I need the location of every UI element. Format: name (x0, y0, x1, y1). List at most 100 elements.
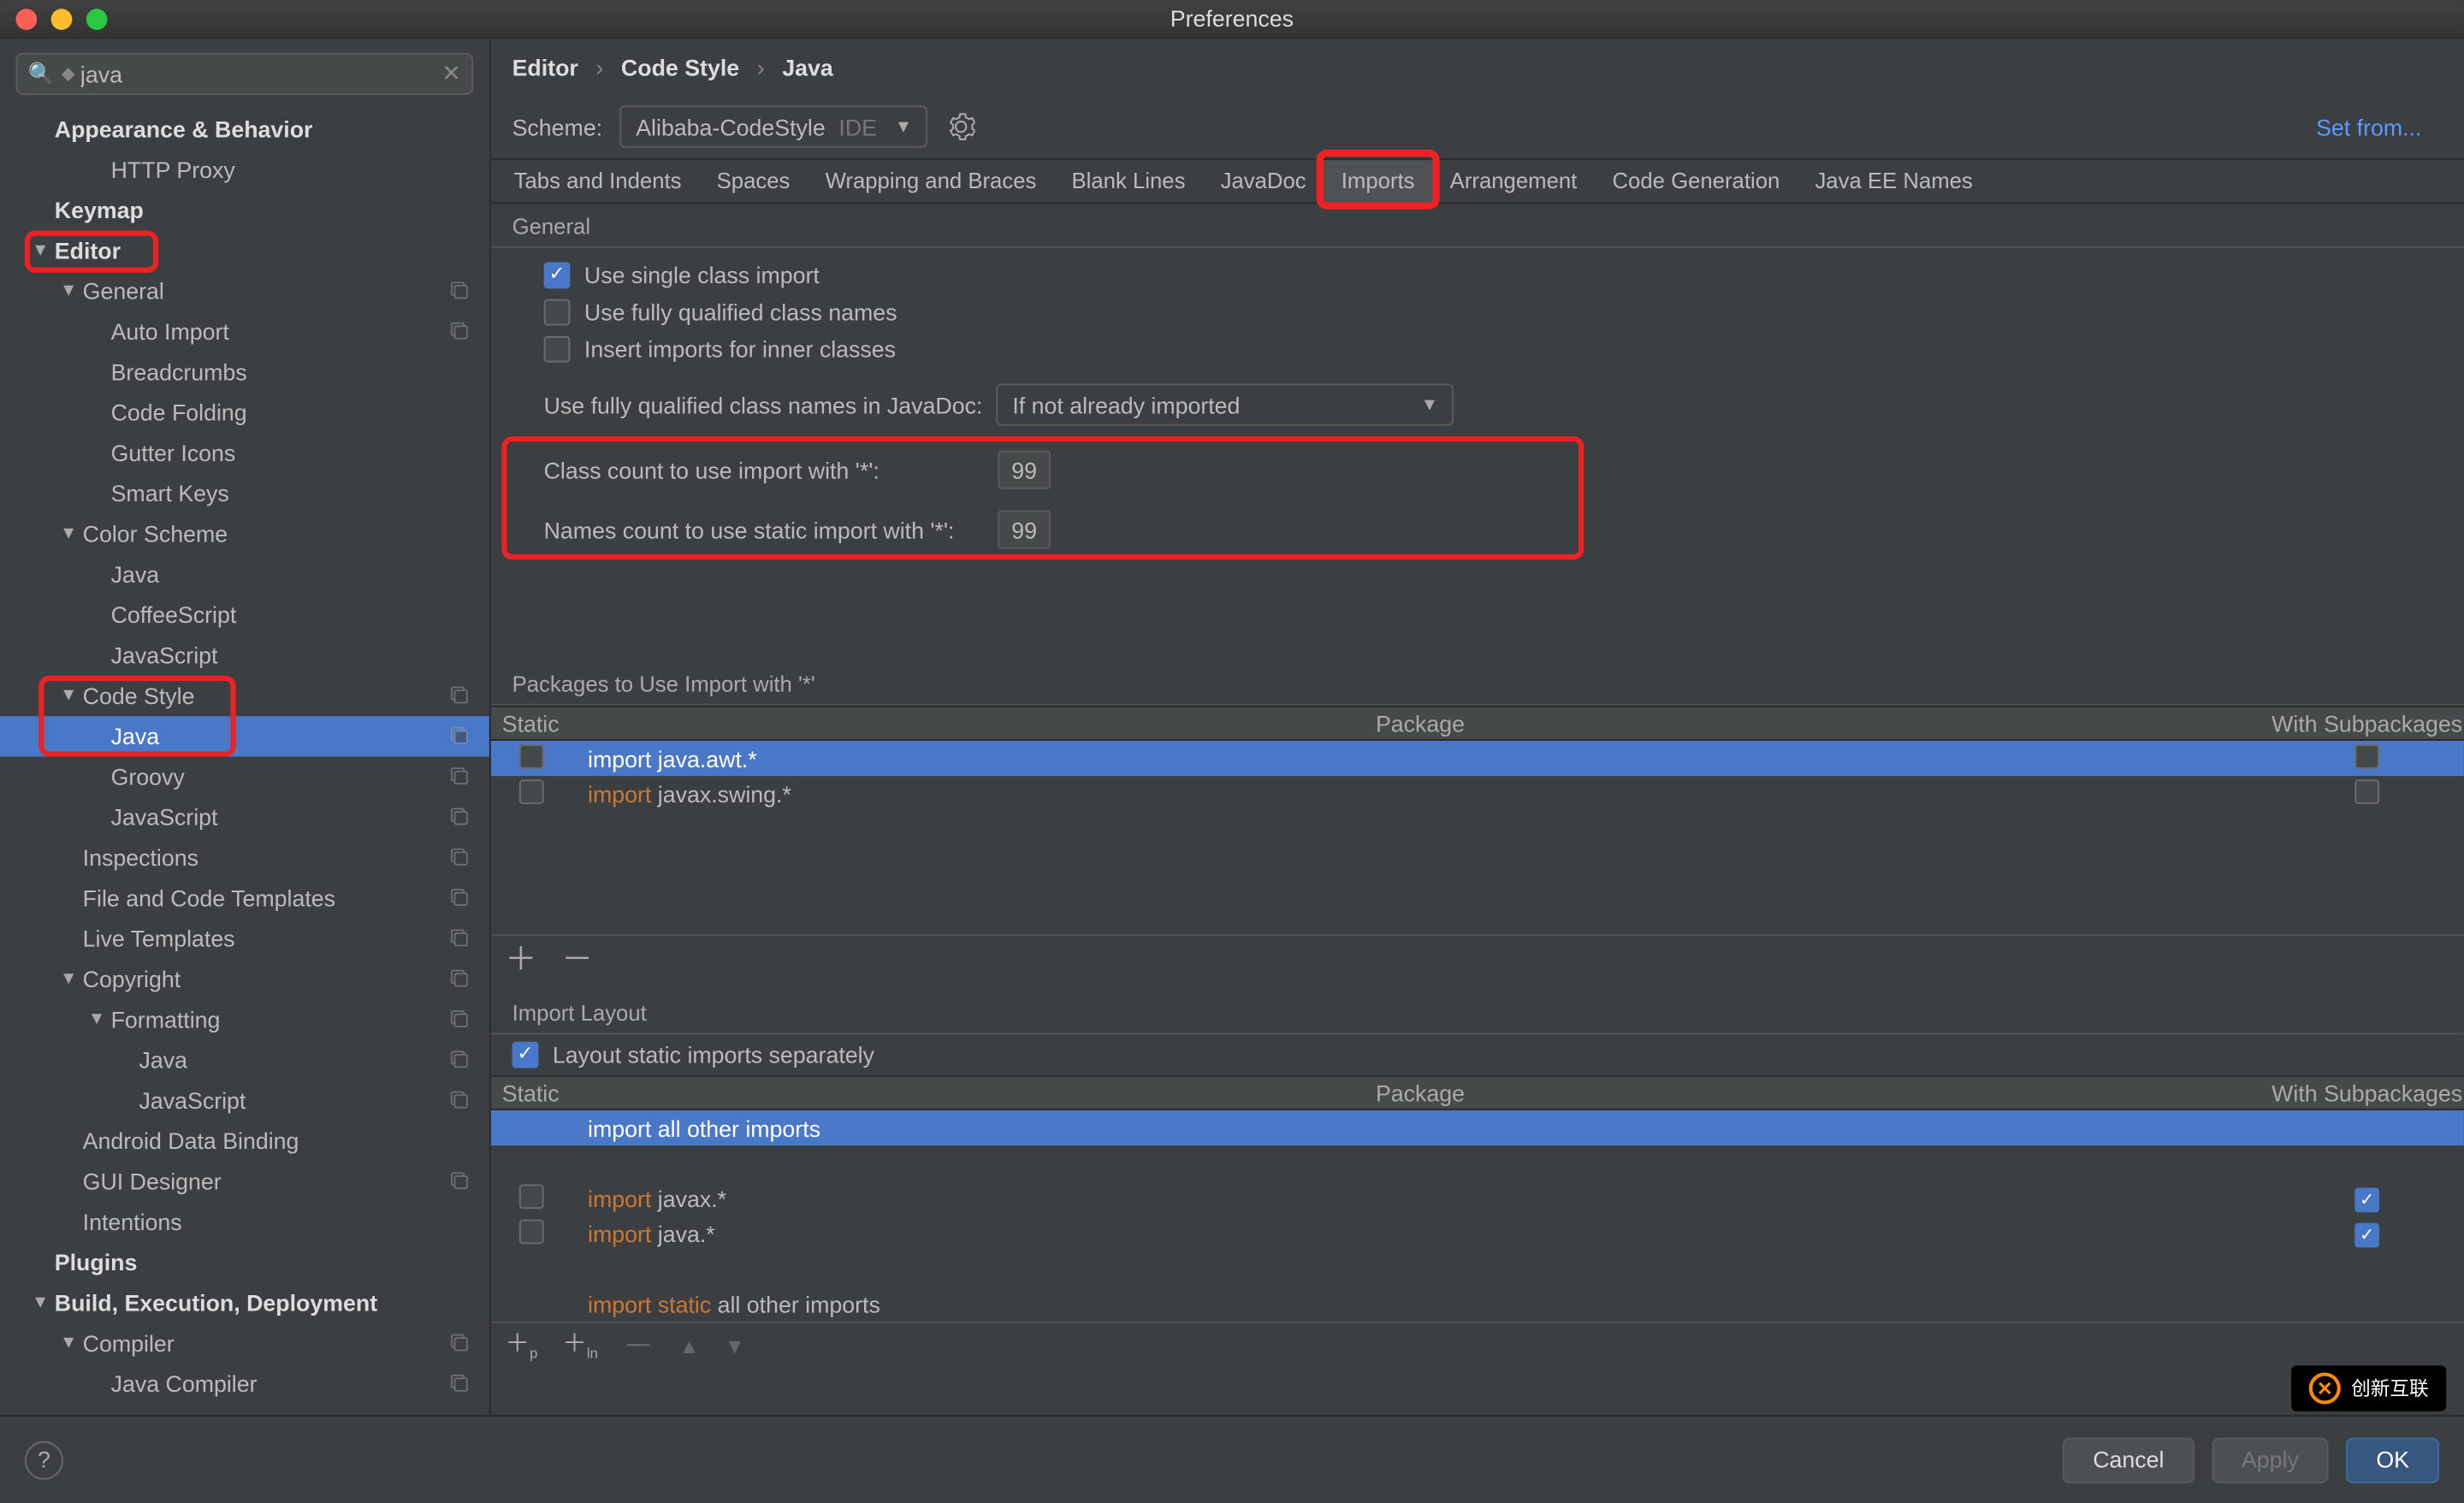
checkbox[interactable] (2354, 778, 2379, 803)
checkbox[interactable] (2354, 1223, 2379, 1248)
tab-javadoc[interactable]: JavaDoc (1203, 160, 1324, 202)
table-row[interactable]: import java.* (491, 1216, 2464, 1251)
down-icon[interactable]: ▼ (725, 1334, 745, 1356)
project-scope-icon (447, 764, 471, 789)
sidebar-item-intentions[interactable]: ▼Intentions (0, 1202, 489, 1242)
checkbox[interactable] (518, 743, 543, 768)
checkbox[interactable] (518, 1183, 543, 1208)
table-row[interactable]: import javax.swing.* (491, 776, 2464, 811)
sidebar-item-auto-import[interactable]: ▼Auto Import (0, 311, 489, 352)
close-icon[interactable] (16, 9, 38, 30)
sidebar-item-android-data-binding[interactable]: ▼Android Data Binding (0, 1121, 489, 1161)
sidebar-item-formatting[interactable]: ▼Formatting (0, 999, 489, 1039)
scheme-combo[interactable]: Alibaba-CodeStyle IDE ▼ (620, 105, 928, 147)
label-fq-javadoc: Use fully qualified class names in JavaD… (544, 392, 983, 418)
sidebar-item-label: Smart Keys (111, 481, 229, 507)
tab-code-generation[interactable]: Code Generation (1595, 160, 1798, 202)
apply-button[interactable]: Apply (2212, 1437, 2329, 1482)
sidebar-item-label: Live Templates (83, 926, 235, 952)
sidebar-item-live-templates[interactable]: ▼Live Templates (0, 919, 489, 959)
sidebar-item-general[interactable]: ▼General (0, 271, 489, 311)
chevron-down-icon: ▼ (32, 241, 50, 261)
sidebar-item-label: Java (111, 723, 160, 749)
zoom-icon[interactable] (86, 9, 108, 30)
input-names-count[interactable] (998, 511, 1051, 549)
minimize-icon[interactable] (51, 9, 73, 30)
sidebar-item-java-compiler[interactable]: ▼Java Compiler (0, 1364, 489, 1404)
crumb-codestyle[interactable]: Code Style (621, 54, 739, 80)
chk-use-fq[interactable] (544, 299, 571, 326)
tab-bar[interactable]: Tabs and IndentsSpacesWrapping and Brace… (491, 158, 2464, 204)
remove-icon[interactable]: － (623, 1329, 654, 1361)
sidebar-item-smart-keys[interactable]: ▼Smart Keys (0, 473, 489, 513)
checkbox[interactable] (518, 1218, 543, 1243)
tab-arrangement[interactable]: Arrangement (1432, 160, 1595, 202)
sidebar-item-javascript[interactable]: ▼JavaScript (0, 1080, 489, 1121)
sidebar-item-gutter-icons[interactable]: ▼Gutter Icons (0, 433, 489, 473)
up-icon[interactable]: ▲ (678, 1334, 699, 1356)
combo-fq-javadoc[interactable]: If not already imported ▼ (997, 383, 1454, 425)
sidebar-item-inspections[interactable]: ▼Inspections (0, 837, 489, 878)
sidebar-item-javascript[interactable]: ▼JavaScript (0, 636, 489, 676)
table-row[interactable] (491, 1252, 2464, 1287)
sidebar-item-java[interactable]: ▼Java (0, 554, 489, 595)
sidebar-item-compiler[interactable]: ▼Compiler (0, 1323, 489, 1364)
sidebar-item-label: JavaScript (111, 804, 218, 831)
tab-imports[interactable]: Imports (1324, 160, 1432, 202)
chk-insert-inner[interactable] (544, 336, 571, 363)
sidebar-item-code-style[interactable]: ▼Code Style (0, 676, 489, 716)
ok-button[interactable]: OK (2346, 1437, 2439, 1482)
sidebar-item-breadcrumbs[interactable]: ▼Breadcrumbs (0, 352, 489, 392)
remove-icon[interactable]: － (561, 943, 593, 974)
table-row[interactable] (491, 1145, 2464, 1181)
sidebar-item-gui-designer[interactable]: ▼GUI Designer (0, 1162, 489, 1202)
gear-icon[interactable] (945, 111, 977, 143)
sidebar-item-http-proxy[interactable]: ▼HTTP Proxy (0, 150, 489, 190)
search-input[interactable]: 🔍 ◆ ✕ (16, 53, 474, 95)
tab-spaces[interactable]: Spaces (699, 160, 808, 202)
sidebar-item-code-folding[interactable]: ▼Code Folding (0, 393, 489, 433)
tab-java-ee-names[interactable]: Java EE Names (1798, 160, 1990, 202)
checkbox[interactable] (518, 778, 543, 803)
tab-tabs-and-indents[interactable]: Tabs and Indents (496, 160, 699, 202)
sidebar-item-plugins[interactable]: ▼Plugins (0, 1242, 489, 1282)
tab-blank-lines[interactable]: Blank Lines (1054, 160, 1203, 202)
sidebar-item-copyright[interactable]: ▼Copyright (0, 959, 489, 999)
sidebar-item-java[interactable]: ▼Java (0, 716, 489, 756)
label-names-count: Names count to use static import with '*… (544, 517, 984, 543)
search-field[interactable] (80, 61, 442, 87)
sidebar-item-keymap[interactable]: ▼Keymap (0, 190, 489, 230)
window-title: Preferences (1170, 5, 1294, 32)
crumb-java[interactable]: Java (782, 54, 832, 80)
sidebar-item-color-scheme[interactable]: ▼Color Scheme (0, 514, 489, 554)
sidebar-item-coffeescript[interactable]: ▼CoffeeScript (0, 595, 489, 635)
table-row[interactable]: import static all other imports (491, 1287, 2464, 1322)
settings-tree[interactable]: ▼Appearance & Behavior▼HTTP Proxy▼Keymap… (0, 105, 489, 1414)
sidebar-item-javascript[interactable]: ▼JavaScript (0, 797, 489, 837)
window-controls[interactable] (16, 9, 108, 30)
add-package-icon[interactable]: ＋p (505, 1329, 537, 1361)
table-row[interactable]: import java.awt.* (491, 741, 2464, 776)
table-row[interactable]: import all other imports (491, 1110, 2464, 1145)
chk-layout-static[interactable] (512, 1042, 539, 1068)
checkbox[interactable] (2354, 1188, 2379, 1213)
project-scope-icon (447, 1169, 471, 1193)
sidebar-item-editor[interactable]: ▼Editor (0, 230, 489, 270)
sidebar-item-appearance-behavior[interactable]: ▼Appearance & Behavior (0, 109, 489, 150)
clear-icon[interactable]: ✕ (441, 60, 460, 88)
add-blank-icon[interactable]: ＋ln (562, 1329, 598, 1361)
checkbox[interactable] (2354, 743, 2379, 768)
table-row[interactable]: import javax.* (491, 1181, 2464, 1216)
sidebar-item-file-and-code-templates[interactable]: ▼File and Code Templates (0, 878, 489, 918)
sidebar-item-groovy[interactable]: ▼Groovy (0, 757, 489, 797)
chk-use-single[interactable] (544, 262, 571, 288)
add-icon[interactable]: ＋ (505, 943, 536, 974)
cancel-button[interactable]: Cancel (2063, 1437, 2194, 1482)
tab-wrapping-and-braces[interactable]: Wrapping and Braces (808, 160, 1054, 202)
crumb-editor[interactable]: Editor (512, 54, 578, 80)
sidebar-item-java[interactable]: ▼Java (0, 1040, 489, 1080)
help-icon[interactable]: ? (25, 1441, 63, 1479)
set-from-link[interactable]: Set from... (2316, 114, 2421, 140)
sidebar-item-build-execution-deployment[interactable]: ▼Build, Execution, Deployment (0, 1283, 489, 1323)
input-class-count[interactable] (998, 451, 1051, 489)
